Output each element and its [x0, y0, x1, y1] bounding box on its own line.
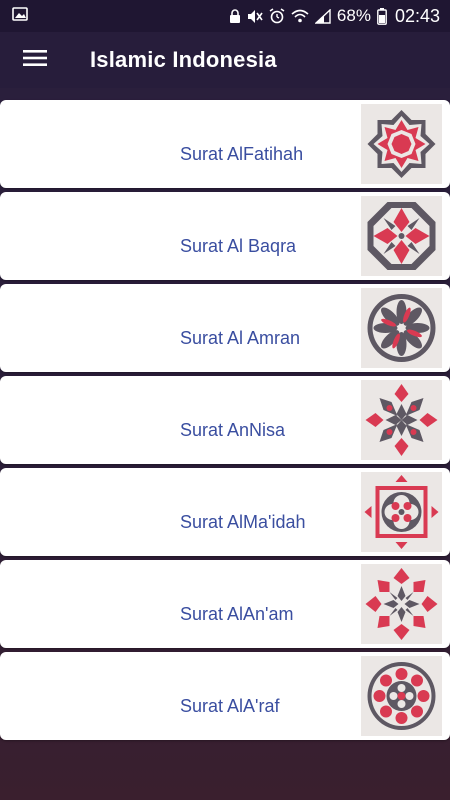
list-item-surah[interactable]: Surat Al Amran	[0, 284, 450, 372]
surah-label: Surat Al Baqra	[180, 235, 297, 256]
list-item-surah[interactable]: Surat AnNisa	[0, 376, 450, 464]
wifi-icon	[291, 9, 309, 23]
surah-label: Surat AlMa'idah	[180, 511, 306, 532]
surah-label: Surat AlAn'am	[180, 603, 294, 624]
signal-icon	[314, 8, 331, 24]
surah-label: Surat AnNisa	[180, 419, 286, 440]
geometric-ornament-icon	[361, 196, 442, 276]
geometric-ornament-icon	[361, 564, 442, 644]
list-item-surah[interactable]: Surat AlFatihah	[0, 100, 450, 188]
geometric-ornament-icon	[361, 288, 442, 368]
geometric-ornament-icon	[361, 472, 442, 552]
status-bar: 68% 02:43	[0, 0, 450, 32]
list-item-surah[interactable]: Surat AlMa'idah	[0, 468, 450, 556]
battery-icon	[377, 7, 387, 25]
lock-icon	[229, 8, 241, 24]
hamburger-menu-icon	[23, 49, 47, 72]
list-item-surah[interactable]: Surat AlAn'am	[0, 560, 450, 648]
surah-label: Surat Al Amran	[180, 327, 301, 348]
mute-icon	[247, 9, 263, 24]
menu-button[interactable]	[0, 32, 70, 88]
geometric-ornament-icon	[361, 104, 442, 184]
gallery-notification-icon	[12, 6, 28, 26]
page-title: Islamic Indonesia	[90, 47, 277, 72]
surah-label: Surat AlFatihah	[180, 143, 304, 164]
geometric-ornament-icon	[361, 380, 442, 460]
status-icons: 68% 02:43	[229, 6, 440, 27]
app-bar: Islamic Indonesia	[0, 32, 450, 88]
battery-percent: 68%	[336, 6, 371, 25]
clock: 02:43	[394, 5, 440, 26]
surah-label: Surat AlA'raf	[180, 695, 280, 716]
list-item-surah[interactable]: Surat Al Baqra	[0, 192, 450, 280]
geometric-ornament-icon	[361, 656, 442, 736]
list-item-surah[interactable]: Surat AlA'raf	[0, 652, 450, 740]
alarm-icon	[269, 8, 285, 24]
